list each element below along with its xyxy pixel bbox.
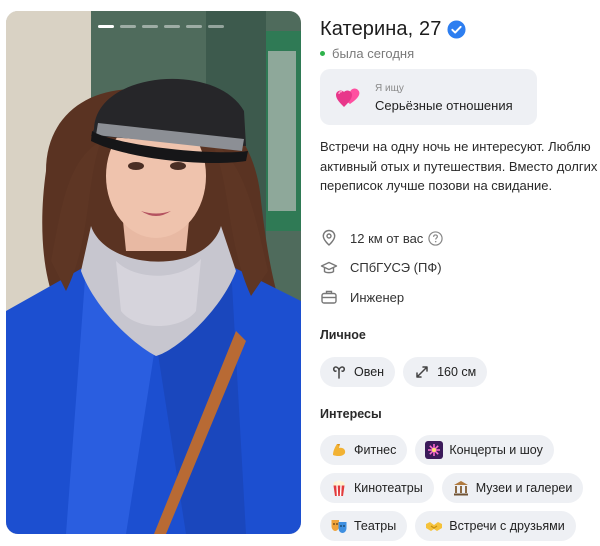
- chip-friends[interactable]: Встречи с друзьями: [415, 511, 576, 541]
- graduation-cap-icon: [320, 261, 338, 273]
- hearts-icon: [336, 88, 360, 107]
- photo-indicator[interactable]: [208, 25, 224, 28]
- chip-museums[interactable]: Музеи и галереи: [441, 473, 584, 503]
- chip-cinema[interactable]: Кинотеатры: [320, 473, 434, 503]
- looking-for-value: Серьёзные отношения: [375, 98, 513, 113]
- photo-indicator[interactable]: [120, 25, 136, 28]
- name-row: Катерина, 27: [320, 18, 466, 41]
- distance-text: 12 км от вас: [350, 230, 424, 246]
- chip-label: Фитнес: [354, 443, 397, 457]
- aries-icon: [333, 366, 345, 379]
- chip-label: Овен: [354, 365, 385, 379]
- looking-for-card: Я ищу Серьёзные отношения: [320, 69, 537, 125]
- chip-label: Театры: [354, 519, 397, 533]
- height-arrows-icon: [416, 366, 428, 378]
- photo-indicator[interactable]: [164, 25, 180, 28]
- help-icon[interactable]: [428, 230, 443, 246]
- status-text: была сегодня: [332, 46, 415, 61]
- photo-indicators: [98, 25, 224, 28]
- job-text: Инженер: [350, 289, 405, 305]
- online-status: была сегодня: [320, 46, 414, 61]
- location-pin-icon: [322, 229, 336, 246]
- popcorn-icon: [333, 480, 345, 497]
- profile-photo[interactable]: [6, 11, 301, 534]
- verified-badge-icon: [447, 20, 466, 39]
- chip-label: 160 см: [437, 365, 477, 379]
- personal-section-title: Личное: [320, 328, 366, 342]
- chip-zodiac[interactable]: Овен: [320, 357, 396, 387]
- education-row: СПбГУСЭ (ПФ): [320, 258, 443, 278]
- interests-chips: Фитнес Концерты и шоу Кинотеатры Музеи и…: [320, 435, 600, 541]
- chip-concerts[interactable]: Концерты и шоу: [415, 435, 554, 465]
- chip-fitness[interactable]: Фитнес: [320, 435, 408, 465]
- education-text: СПбГУСЭ (ПФ): [350, 260, 442, 275]
- briefcase-icon: [321, 290, 337, 304]
- handshake-icon: [426, 522, 443, 531]
- profile-name-age: Катерина, 27: [320, 18, 442, 40]
- photo-indicator[interactable]: [98, 25, 114, 28]
- chip-height[interactable]: 160 см: [403, 357, 488, 387]
- interests-section-title: Интересы: [320, 407, 382, 421]
- profile-card: Катерина, 27 была сегодня Я ищу Серьёзны…: [0, 0, 600, 546]
- photo-image: [6, 11, 301, 534]
- profile-bio: Встречи на одну ночь не интересуют. Любл…: [320, 139, 598, 193]
- theater-masks-icon: [331, 520, 347, 533]
- distance-row: 12 км от вас: [320, 228, 443, 248]
- looking-for-label: Я ищу: [375, 83, 404, 94]
- job-row: Инженер: [320, 287, 443, 307]
- photo-indicator[interactable]: [186, 25, 202, 28]
- online-dot-icon: [320, 51, 325, 56]
- flexed-biceps-icon: [333, 444, 346, 457]
- museum-icon: [453, 481, 468, 496]
- personal-chips: Овен 160 см: [320, 357, 600, 387]
- chip-label: Музеи и галереи: [475, 481, 573, 495]
- fireworks-icon: [425, 441, 444, 459]
- chip-label: Встречи с друзьями: [449, 519, 565, 533]
- photo-indicator[interactable]: [142, 25, 158, 28]
- chip-theaters[interactable]: Театры: [320, 511, 408, 541]
- chip-label: Концерты и шоу: [449, 443, 543, 457]
- profile-facts: 12 км от вас СПбГУСЭ (ПФ) Инженер: [320, 228, 443, 317]
- chip-label: Кинотеатры: [354, 481, 423, 495]
